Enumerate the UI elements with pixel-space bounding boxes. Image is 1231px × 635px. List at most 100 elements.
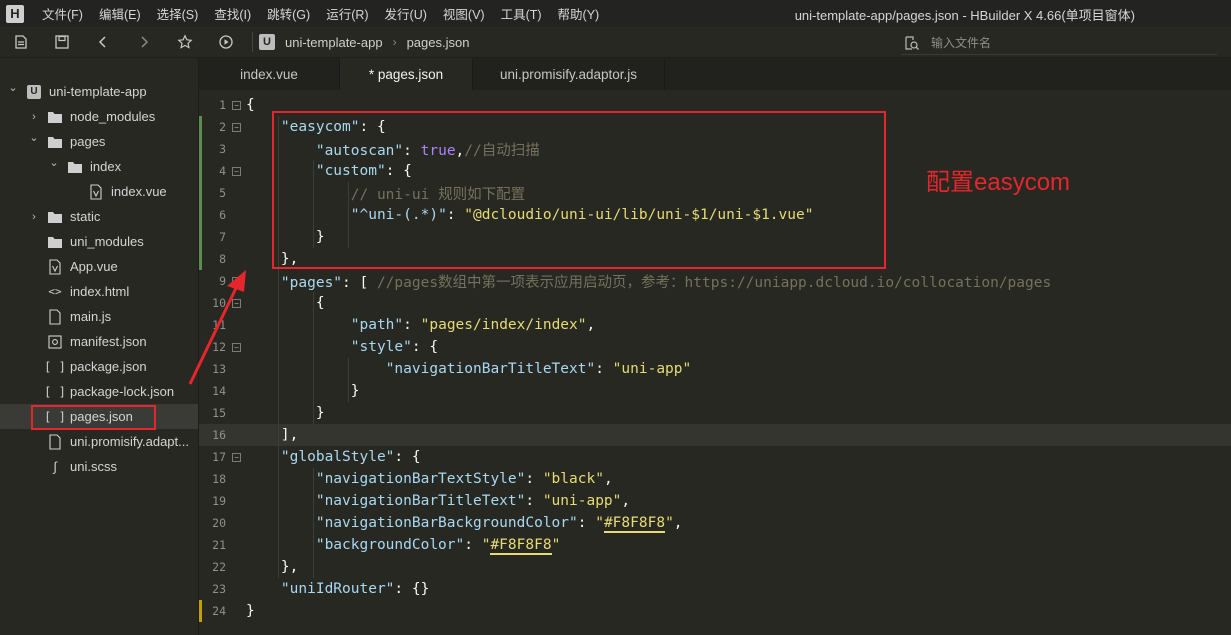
chevron-down-icon[interactable]: ⌄ [6, 81, 20, 94]
file-search-input[interactable] [931, 35, 1201, 50]
tree-item-uni-promisify-adapt[interactable]: uni.promisify.adapt... [0, 429, 198, 454]
new-file-button[interactable] [0, 27, 41, 58]
tree-item-main-js[interactable]: main.js [0, 304, 198, 329]
code-line[interactable]: 18 "navigationBarTextStyle": "black", [199, 468, 1231, 490]
tree-item-package-json[interactable]: [ ] package.json [0, 354, 198, 379]
fold-toggle-icon[interactable]: − [232, 452, 241, 462]
chevron-left-icon [98, 36, 106, 48]
json-key: "^uni-(.*)" [350, 207, 447, 223]
tree-item-label: index.html [70, 284, 130, 299]
code-line[interactable]: 21 "backgroundColor": "#F8F8F8" [199, 534, 1231, 556]
back-button[interactable] [82, 27, 123, 58]
code-content: // uni-ui 规则如下配置 [246, 183, 525, 204]
code-punctuation: : [577, 515, 596, 531]
menu-view[interactable]: 视图(V) [435, 4, 493, 23]
fold-toggle-icon[interactable]: − [232, 298, 241, 308]
code-punctuation [246, 339, 351, 355]
code-line[interactable]: 7 } [199, 226, 1231, 248]
favorite-button[interactable] [164, 27, 205, 58]
chevron-right-icon[interactable]: › [27, 211, 41, 223]
menu-select[interactable]: 选择(S) [149, 4, 207, 23]
code-line[interactable]: 1−{ [199, 94, 1231, 116]
code-punctuation: : { [394, 449, 421, 465]
code-line[interactable]: 24} [199, 600, 1231, 622]
json-string: " [551, 537, 561, 553]
fold-toggle-icon[interactable]: − [232, 100, 241, 110]
tree-item-app-vue[interactable]: App.vue [0, 254, 198, 279]
code-line[interactable]: 9− "pages": [ //pages数组中第一项表示应用启动页，参考：ht… [199, 270, 1231, 292]
fold-toggle-icon[interactable]: − [232, 342, 241, 352]
tab-uni-promisify-adaptor[interactable]: uni.promisify.adaptor.js [473, 58, 665, 90]
code-line[interactable]: 10− { [199, 292, 1231, 314]
json-key: "navigationBarTextStyle" [315, 471, 526, 487]
code-punctuation: ], [246, 427, 299, 443]
code-line[interactable]: 17− "globalStyle": { [199, 446, 1231, 468]
menu-help[interactable]: 帮助(Y) [550, 4, 608, 23]
code-punctuation [246, 515, 316, 531]
code-line[interactable]: 16 ], [199, 424, 1231, 446]
json-key: "globalStyle" [280, 449, 395, 465]
code-editor[interactable]: 1−{2− "easycom": {3 "autoscan": true,//自… [199, 90, 1231, 635]
forward-button[interactable] [123, 27, 164, 58]
json-string: " [665, 515, 674, 531]
code-line[interactable]: 12− "style": { [199, 336, 1231, 358]
menu-run[interactable]: 运行(R) [318, 4, 376, 23]
play-circle-icon [218, 35, 233, 49]
run-button[interactable] [205, 27, 246, 58]
fold-toggle-icon[interactable]: − [232, 122, 241, 132]
code-line[interactable]: 5 // uni-ui 规则如下配置 [199, 182, 1231, 204]
fold-toggle-icon[interactable]: − [232, 276, 241, 286]
code-line[interactable]: 11 "path": "pages/index/index", [199, 314, 1231, 336]
tree-item-node-modules[interactable]: › node_modules [0, 104, 198, 129]
menu-goto[interactable]: 跳转(G) [259, 4, 318, 23]
tab-pages-json[interactable]: * pages.json [340, 58, 473, 90]
tree-item-index-html[interactable]: <> index.html [0, 279, 198, 304]
line-number: 22 [212, 560, 226, 574]
code-punctuation: : { [385, 163, 412, 179]
breadcrumb-project[interactable]: uni-template-app [285, 35, 383, 50]
breadcrumb-file[interactable]: pages.json [407, 35, 470, 50]
fold-toggle-icon[interactable]: − [232, 166, 241, 176]
menu-publish[interactable]: 发行(U) [377, 4, 435, 23]
line-number: 13 [212, 362, 226, 376]
tree-item-package-lock-json[interactable]: [ ] package-lock.json [0, 379, 198, 404]
code-line[interactable]: 19 "navigationBarTitleText": "uni-app", [199, 490, 1231, 512]
tree-item-uni-modules[interactable]: uni_modules [0, 229, 198, 254]
chevron-down-icon[interactable]: ⌄ [47, 156, 61, 169]
json-key: "easycom" [280, 119, 360, 135]
code-line[interactable]: 3 "autoscan": true,//自动扫描 [199, 138, 1231, 160]
code-line[interactable]: 20 "navigationBarBackgroundColor": "#F8F… [199, 512, 1231, 534]
menu-edit[interactable]: 编辑(E) [91, 4, 149, 23]
save-button[interactable] [41, 27, 82, 58]
star-icon [176, 34, 193, 49]
menu-bar: H 文件(F) 编辑(E) 选择(S) 查找(I) 跳转(G) 运行(R) 发行… [0, 0, 1231, 27]
tree-item-pages[interactable]: ⌄ pages [0, 129, 198, 154]
code-line[interactable]: 23 "uniIdRouter": {} [199, 578, 1231, 600]
menu-find[interactable]: 查找(I) [206, 4, 259, 23]
code-line[interactable]: 6 "^uni-(.*)": "@dcloudio/uni-ui/lib/uni… [199, 204, 1231, 226]
tree-item-static[interactable]: › static [0, 204, 198, 229]
toolbar-divider [252, 32, 253, 52]
chevron-right-icon[interactable]: › [27, 111, 41, 123]
tree-item-manifest-json[interactable]: manifest.json [0, 329, 198, 354]
tree-item-index-vue[interactable]: index.vue [0, 179, 198, 204]
menu-file[interactable]: 文件(F) [34, 4, 91, 23]
code-line[interactable]: 14 } [199, 380, 1231, 402]
code-line[interactable]: 22 }, [199, 556, 1231, 578]
code-line[interactable]: 13 "navigationBarTitleText": "uni-app" [199, 358, 1231, 380]
tab-index-vue[interactable]: index.vue [199, 58, 340, 90]
tree-item-uni-scss[interactable]: ∫ uni.scss [0, 454, 198, 479]
tree-item-pages-json[interactable]: [ ] pages.json [0, 404, 198, 429]
tree-item-uni-template-app[interactable]: ⌄ Uuni-template-app [0, 79, 198, 104]
line-number: 19 [212, 494, 226, 508]
color-value: #F8F8F8 [603, 515, 666, 533]
chevron-down-icon[interactable]: ⌄ [27, 131, 41, 144]
vue-file-icon [88, 183, 104, 200]
menu-tools[interactable]: 工具(T) [493, 4, 550, 23]
json-key: "path" [350, 317, 404, 333]
code-line[interactable]: 4− "custom": { [199, 160, 1231, 182]
code-line[interactable]: 15 } [199, 402, 1231, 424]
code-line[interactable]: 2− "easycom": { [199, 116, 1231, 138]
code-line[interactable]: 8 }, [199, 248, 1231, 270]
tree-item-index[interactable]: ⌄ index [0, 154, 198, 179]
